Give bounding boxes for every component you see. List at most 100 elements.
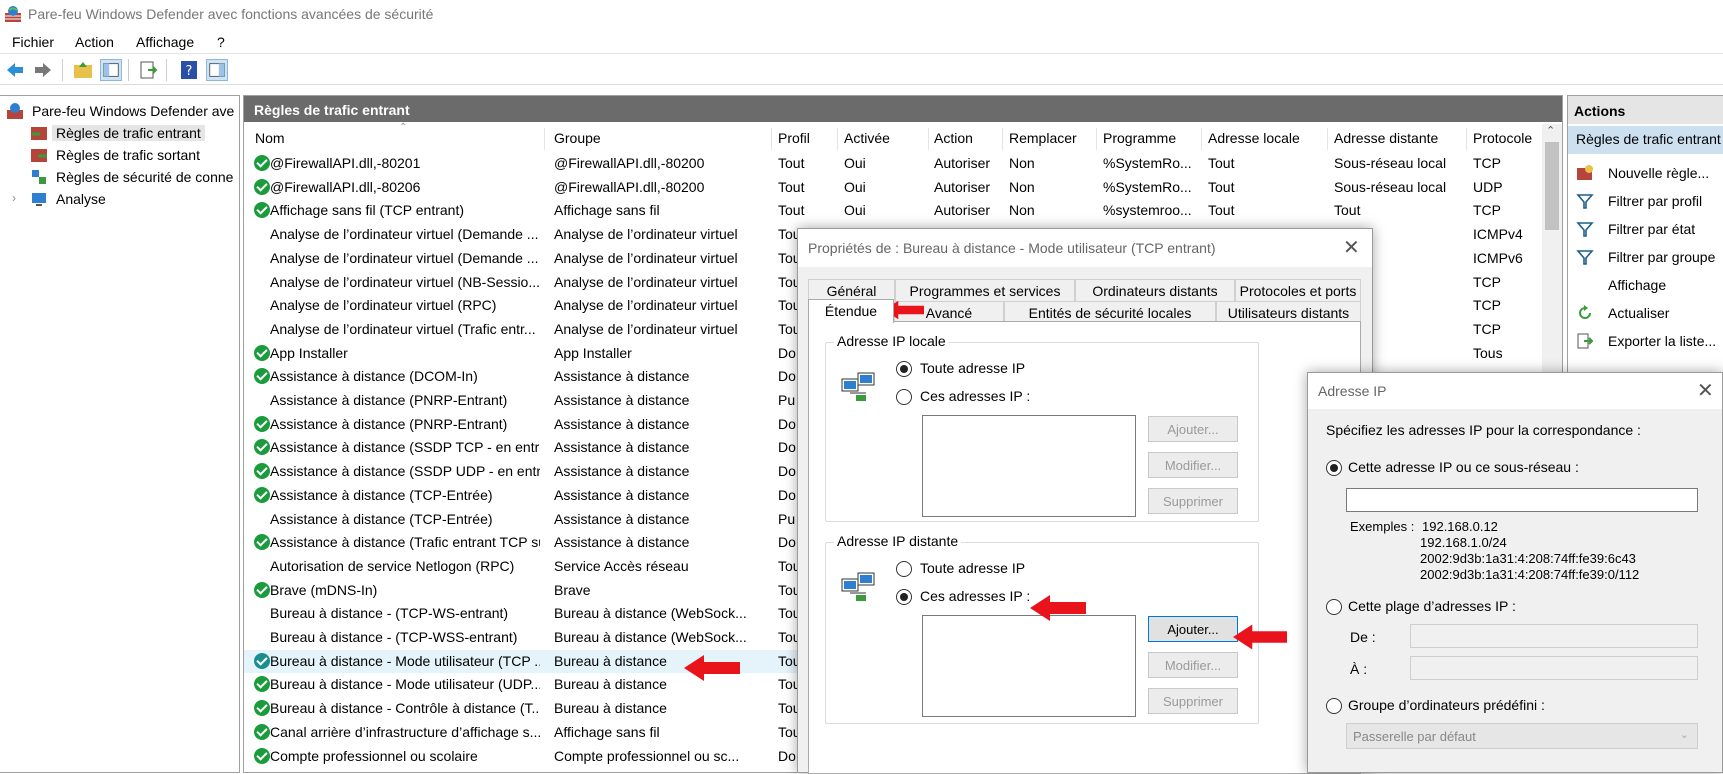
range-from-input[interactable] [1410,624,1698,648]
tree-item-label: Règles de trafic sortant [56,147,200,163]
firewall-app-icon [5,6,21,22]
remote-these-ips-radio[interactable] [896,589,912,605]
action-new-rule[interactable]: Nouvelle règle... [1568,159,1723,187]
col-profil[interactable]: Profil [778,130,810,146]
enabled-check-icon [254,652,270,669]
cell-proto: TCP [1473,155,1501,171]
up-folder-icon[interactable] [72,59,94,81]
enabled-check-icon [254,368,270,385]
toolbar: ? [0,55,1723,85]
remote-add-button[interactable]: Ajouter... [1148,616,1238,642]
range-to-input[interactable] [1410,656,1698,680]
show-hide-action-pane-icon[interactable] [206,59,228,81]
tab-local-principals[interactable]: Entités de sécurité locales [1004,301,1216,323]
close-icon[interactable]: ✕ [1697,378,1714,402]
action-label: Affichage [1608,277,1667,293]
local-ip-listbox[interactable] [922,415,1136,517]
ip-range-radio[interactable] [1326,599,1342,615]
local-any-ip-radio[interactable] [896,361,912,377]
action-export-list[interactable]: Exporter la liste... [1568,327,1723,355]
filter-icon [1576,250,1594,265]
action-filter-group[interactable]: Filtrer par groupe [1568,243,1723,271]
ip-address-input[interactable] [1346,488,1698,512]
col-nom[interactable]: Nom [255,130,285,146]
menu-fichier[interactable]: Fichier [12,34,54,50]
col-adresse-distante[interactable]: Adresse distante [1334,130,1438,146]
col-programme[interactable]: Programme [1103,130,1176,146]
enabled-check-icon [254,439,270,456]
tab-remote-computers[interactable]: Ordinateurs distants [1075,279,1235,301]
to-label: À : [1350,661,1368,677]
expand-chevron-icon[interactable]: › [12,191,16,205]
network-computers-icon [841,372,875,401]
cell-nom: Analyse de l’ordinateur virtuel (RPC) [270,297,497,314]
tab-protocols-ports[interactable]: Protocoles et ports [1235,279,1361,301]
show-hide-console-tree-icon[interactable] [100,59,122,81]
local-remove-button[interactable]: Supprimer [1148,488,1238,514]
tree-root[interactable]: Pare-feu Windows Defender ave [0,100,240,122]
export-list-icon[interactable] [138,59,160,81]
local-these-ips-radio[interactable] [896,389,912,405]
tree-item-outbound-rules[interactable]: Règles de trafic sortant [0,144,240,166]
actions-section-header[interactable]: Règles de trafic entrant [1568,126,1723,154]
scroll-up-icon[interactable]: ⌃ [1546,124,1555,137]
tab-general[interactable]: Général [808,279,895,301]
cell-nom: Assistance à distance (DCOM-In) [270,368,478,385]
tab-scope[interactable]: Étendue [808,299,894,323]
cell-nom: Brave (mDNS-In) [270,581,378,598]
predefined-group-radio[interactable] [1326,698,1342,714]
col-groupe[interactable]: Groupe [554,130,601,146]
remote-edit-button[interactable]: Modifier... [1148,652,1238,678]
back-arrow-icon[interactable] [4,59,26,81]
tree-item-monitoring[interactable]: › Analyse [0,188,240,210]
cell-groupe: Analyse de l’ordinateur virtuel [554,297,738,314]
actions-title: Actions [1568,96,1723,124]
enabled-check-icon [254,534,270,551]
example-ip: 2002:9d3b:1a31:4:208:74ff:fe39:0/112 [1420,567,1640,582]
col-activee[interactable]: Activée [844,130,890,146]
monitoring-icon [32,193,46,206]
action-refresh[interactable]: Actualiser [1568,299,1723,327]
table-row[interactable]: @FirewallAPI.dll,-80201 @FirewallAPI.dll,… [244,152,1562,176]
action-filter-profile[interactable]: Filtrer par profil [1568,187,1723,215]
remote-any-ip-radio[interactable] [896,561,912,577]
close-icon[interactable]: ✕ [1343,235,1360,259]
cell-proto: ICMPv6 [1473,249,1523,266]
menu-help[interactable]: ? [217,34,225,50]
filter-icon [1576,194,1594,209]
col-protocole[interactable]: Protocole [1473,130,1532,146]
ip-address-dialog: Adresse IP ✕ Spécifiez les adresses IP p… [1307,372,1723,773]
cell-proto: UDP [1473,178,1503,195]
cell-proto: Tous [1473,344,1503,361]
tree-item-connection-security[interactable]: Règles de sécurité de conne [0,166,240,188]
predefined-group-select[interactable]: Passerelle par défaut ⌄ [1346,723,1698,749]
remote-remove-button[interactable]: Supprimer [1148,688,1238,714]
cell-nom: Assistance à distance (TCP-Entrée) [270,510,493,527]
menu-affichage[interactable]: Affichage [136,34,194,50]
col-remplacer[interactable]: Remplacer [1009,130,1077,146]
remote-ip-listbox[interactable] [922,615,1136,717]
cell-proto: TCP [1473,320,1501,337]
tab-remote-users[interactable]: Utilisateurs distants [1216,301,1361,323]
enabled-check-icon [254,676,270,693]
menu-action[interactable]: Action [75,34,114,50]
forward-arrow-icon[interactable] [32,59,54,81]
col-action[interactable]: Action [934,130,973,146]
help-icon[interactable]: ? [178,59,200,81]
cell-groupe: Assistance à distance [554,415,690,432]
table-row[interactable]: Affichage sans fil (TCP entrant) Affichag… [244,199,1562,223]
action-filter-state[interactable]: Filtrer par état [1568,215,1723,243]
cell-nom: Bureau à distance - Contrôle à distance … [270,700,540,717]
single-ip-radio[interactable] [1326,460,1342,476]
local-edit-button[interactable]: Modifier... [1148,452,1238,478]
action-label: Filtrer par groupe [1608,249,1716,265]
tree-item-inbound-rules[interactable]: Règles de trafic entrant [0,122,240,144]
cell-groupe: Assistance à distance [554,486,690,503]
scrollbar-thumb[interactable] [1545,142,1559,230]
action-view[interactable]: Affichage [1568,271,1723,299]
tree-item-label: Règles de trafic entrant [52,125,205,141]
local-add-button[interactable]: Ajouter... [1148,416,1238,442]
cell-rempl: Non [1009,155,1035,171]
col-adresse-locale[interactable]: Adresse locale [1208,130,1300,146]
table-row[interactable]: @FirewallAPI.dll,-80206 @FirewallAPI.dll,… [244,176,1562,200]
